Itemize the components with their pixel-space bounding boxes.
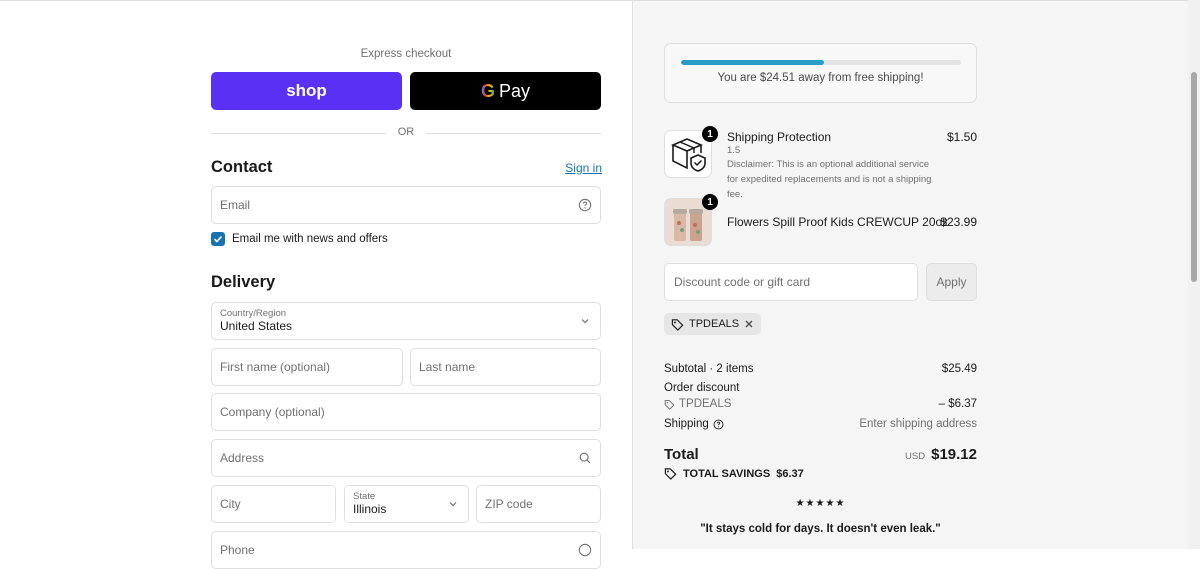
zip-placeholder: ZIP code [485, 497, 533, 511]
savings-label: TOTAL SAVINGS [683, 467, 771, 480]
email-placeholder: Email [220, 198, 251, 212]
express-checkout-title: Express checkout [360, 48, 452, 60]
subtotal-row: Subtotal · 2 items $25.49 [664, 363, 977, 375]
quantity-badge: 1 [702, 126, 718, 142]
total-savings: TOTAL SAVINGS $6.37 [664, 467, 804, 480]
shipping-label: Shipping [664, 418, 709, 430]
help-circle-icon[interactable] [713, 419, 724, 430]
applied-discount-chip: TPDEALS [664, 313, 762, 335]
applied-discount-code: TPDEALS [689, 318, 740, 330]
phone-field[interactable]: Phone [211, 531, 601, 569]
discount-code-input[interactable]: Discount code or gift card [664, 263, 918, 301]
item-variant: 1.5 [727, 145, 741, 156]
contact-heading: Contact [211, 158, 273, 176]
order-discount-value: – $6.37 [938, 398, 977, 410]
page-scrollbar[interactable] [1188, 0, 1200, 549]
delivery-heading: Delivery [211, 273, 276, 291]
or-label: OR [397, 126, 415, 138]
newsletter-label: Email me with news and offers [232, 233, 388, 245]
checkmark-icon [213, 236, 223, 243]
help-circle-icon[interactable] [578, 198, 592, 212]
or-divider: OR [211, 126, 601, 140]
state-select[interactable]: State Illinois [344, 485, 469, 523]
order-discount-code-row: TPDEALS – $6.37 [664, 398, 977, 410]
last-name-field[interactable]: Last name [410, 348, 601, 386]
state-label: State [353, 491, 376, 502]
free-shipping-progress-bar [681, 60, 961, 65]
item-price: $23.99 [940, 215, 977, 229]
total-amount: USD $19.12 [905, 446, 977, 463]
last-name-placeholder: Last name [419, 360, 476, 374]
shipping-row: Shipping Enter shipping address [664, 418, 977, 430]
google-pay-button[interactable]: G Pay [410, 72, 601, 110]
free-shipping-banner: You are $24.51 away from free shipping! [664, 43, 977, 103]
total-value: $19.12 [931, 446, 977, 463]
address-placeholder: Address [220, 451, 265, 465]
order-discount-label: Order discount [664, 382, 740, 394]
order-discount-code: TPDEALS [679, 398, 732, 410]
scrollbar-thumb[interactable] [1191, 72, 1197, 282]
google-pay-label: Pay [498, 80, 531, 101]
sign-in-link[interactable]: Sign in [552, 161, 602, 175]
newsletter-option[interactable]: Email me with news and offers [211, 232, 388, 246]
item-disclaimer: Disclaimer: This is an optional addition… [727, 159, 932, 200]
city-field[interactable]: City [211, 485, 336, 523]
order-discount-row: Order discount [664, 382, 977, 394]
quantity-badge: 1 [702, 194, 718, 210]
discount-placeholder: Discount code or gift card [674, 275, 811, 289]
subtotal-label: Subtotal · 2 items [664, 363, 754, 375]
country-label: Country/Region [220, 308, 287, 319]
apply-discount-button[interactable]: Apply [926, 263, 977, 301]
first-name-field[interactable]: First name (optional) [211, 348, 403, 386]
shop-pay-button[interactable]: shop [211, 72, 402, 110]
google-g-icon: G [480, 80, 495, 101]
tag-icon [671, 318, 684, 331]
chevron-down-icon [449, 502, 457, 507]
help-circle-icon[interactable] [578, 543, 592, 557]
company-placeholder: Company (optional) [220, 405, 325, 419]
tag-icon [664, 399, 675, 410]
search-icon [579, 452, 591, 464]
tag-icon [664, 468, 677, 480]
savings-value: $6.37 [776, 467, 804, 480]
close-icon[interactable] [744, 319, 754, 329]
review-stars: ★★★★★ [795, 498, 846, 509]
item-price: $1.50 [946, 130, 977, 144]
city-placeholder: City [220, 497, 241, 511]
newsletter-checkbox[interactable] [211, 232, 225, 246]
subtotal-value: $25.49 [941, 363, 977, 375]
item-name: Flowers Spill Proof Kids CREWCUP 20oz [727, 215, 949, 229]
free-shipping-progress-fill [681, 60, 824, 65]
country-select[interactable]: Country/Region United States [211, 302, 601, 340]
total-label: Total [664, 446, 699, 463]
item-name: Shipping Protection [727, 130, 832, 144]
country-value: United States [220, 319, 293, 333]
review-quote: "It stays cold for days. It doesn't even… [700, 523, 941, 535]
zip-field[interactable]: ZIP code [476, 485, 601, 523]
state-value: Illinois [353, 502, 387, 516]
shipping-value: Enter shipping address [859, 418, 977, 430]
shop-pay-label: shop [286, 81, 327, 100]
free-shipping-message: You are $24.51 away from free shipping! [717, 72, 924, 84]
email-field[interactable]: Email [211, 186, 601, 224]
company-field[interactable]: Company (optional) [211, 393, 601, 431]
address-field[interactable]: Address [211, 439, 601, 477]
first-name-placeholder: First name (optional) [220, 360, 331, 374]
chevron-down-icon [581, 319, 589, 324]
phone-placeholder: Phone [220, 543, 255, 557]
currency-code: USD [905, 451, 926, 462]
